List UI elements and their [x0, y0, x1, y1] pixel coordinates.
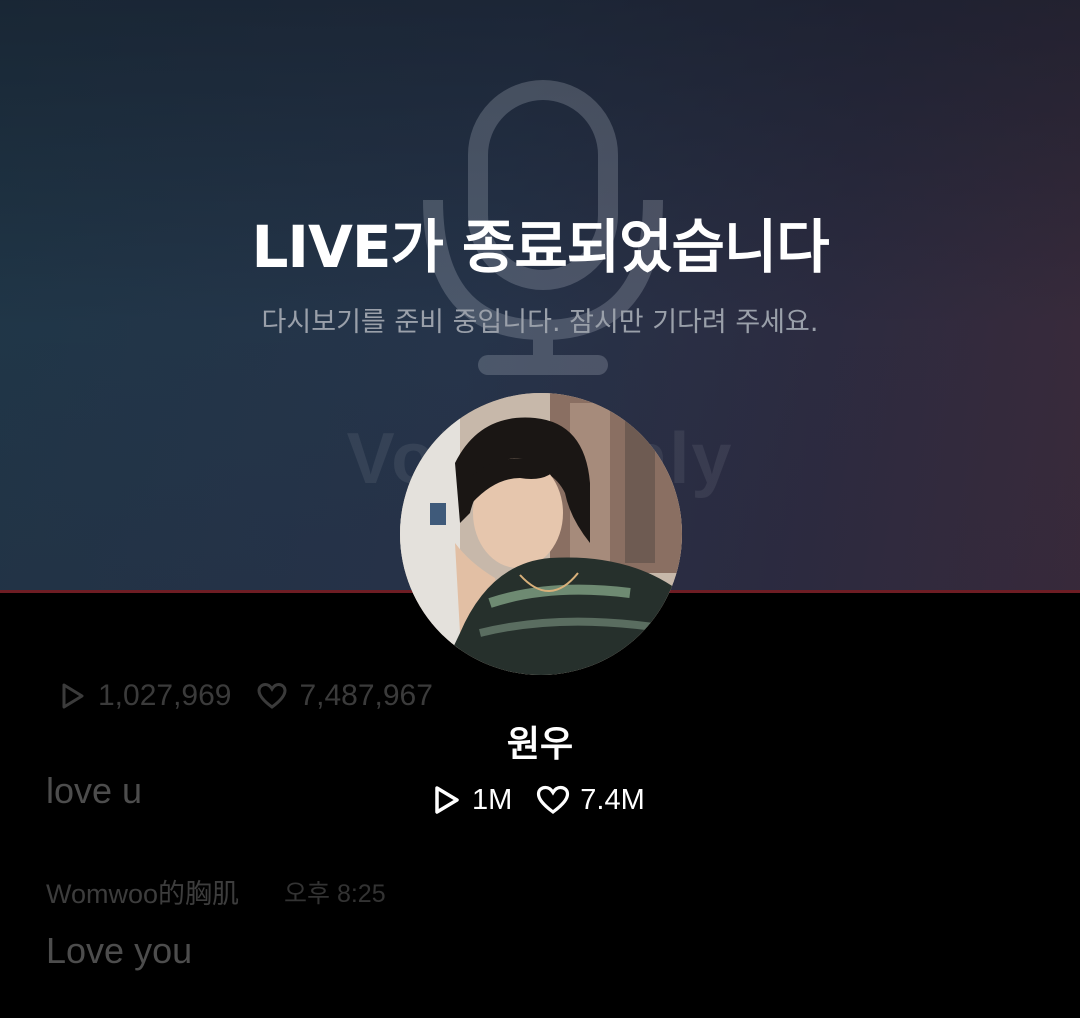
background-like-count: 7,487,967 [299, 679, 433, 712]
avatar-photo [400, 393, 682, 675]
comment-text: Love you [46, 930, 193, 971]
artist-avatar[interactable] [400, 393, 682, 675]
replay-notice: 다시보기를 준비 중입니다. 잠시만 기다려 주세요. [261, 307, 819, 338]
artist-name: 원우 [506, 724, 574, 765]
live-stats: 1M 7.4M [432, 780, 645, 820]
comment-username: Womwoo的胸肌 [46, 879, 240, 909]
play-icon [435, 786, 459, 814]
play-icon [62, 683, 84, 709]
play-count: 1M [472, 783, 513, 816]
background-play-count: 1,027,969 [98, 679, 232, 712]
like-count: 7.4M [580, 783, 645, 816]
live-ended-title: LIVE가 종료되었습니다 [251, 213, 829, 281]
comment-text: love u [46, 770, 143, 811]
comment-timestamp: 오후 8:25 [284, 880, 386, 908]
background-stats: 1,027,969 7,487,967 [60, 676, 433, 716]
heart-icon [257, 682, 287, 709]
heart-icon [537, 785, 570, 815]
